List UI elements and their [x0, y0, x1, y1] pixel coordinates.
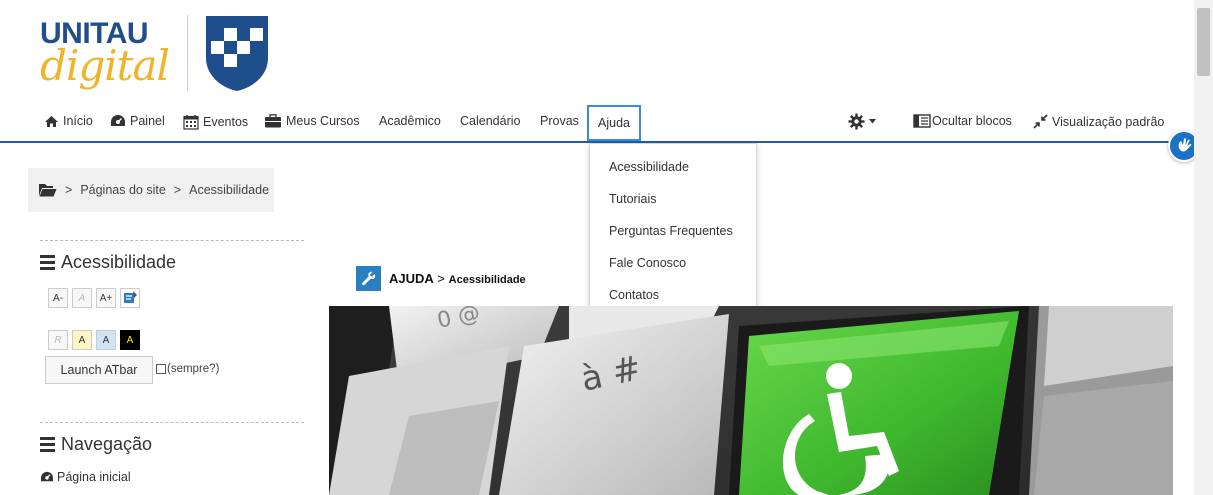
nav-ajuda-label: Ajuda	[598, 116, 630, 130]
sempre-checkbox-label[interactable]: (sempre?)	[156, 363, 219, 375]
text-to-speech-button[interactable]	[120, 288, 140, 308]
nav-visualizacao-padrao[interactable]: Visualização padrão	[1033, 114, 1164, 129]
launch-atbar-button[interactable]: Launch ATbar	[45, 356, 153, 384]
vertical-scrollbar[interactable]	[1194, 0, 1213, 495]
nav-meus-cursos-label: Meus Cursos	[286, 114, 360, 128]
high-contrast-button[interactable]: A	[120, 330, 140, 350]
pagina-inicial-link[interactable]: Página inicial	[40, 470, 131, 484]
nav-academico[interactable]: Acadêmico	[379, 114, 441, 128]
dropdown-item-acessibilidade[interactable]: Acessibilidade	[590, 154, 756, 186]
nav-painel-label: Painel	[130, 114, 165, 128]
logo-digital-text: digital	[40, 41, 170, 90]
content-heading: AJUDA > Acessibilidade	[356, 266, 526, 291]
nav-painel[interactable]: Painel	[110, 114, 165, 128]
dashboard-icon	[41, 471, 53, 482]
main-navbar: Início Painel Eventos Meus Cursos Acadêm…	[0, 105, 1194, 143]
blue-scheme-button[interactable]: A	[96, 330, 116, 350]
content-heading-text: AJUDA > Acessibilidade	[389, 271, 526, 286]
sempre-text: (sempre?)	[167, 363, 220, 375]
color-scheme-controls: R A A A	[48, 330, 140, 350]
hamburger-icon	[40, 255, 55, 270]
home-icon	[45, 115, 58, 127]
breadcrumb-paginas-do-site[interactable]: Páginas do site	[80, 183, 165, 197]
heading-ajuda: AJUDA	[389, 271, 434, 286]
nav-academico-label: Acadêmico	[379, 114, 441, 128]
dropdown-item-fale-conosco[interactable]: Fale Conosco	[590, 250, 756, 282]
folder-open-icon	[39, 184, 57, 197]
nav-meus-cursos[interactable]: Meus Cursos	[264, 114, 360, 128]
logo-divider	[187, 15, 188, 91]
nav-inicio-label: Início	[63, 114, 93, 128]
settings-menu[interactable]	[848, 113, 876, 130]
compress-icon	[1033, 114, 1048, 129]
nav-eventos[interactable]: Eventos	[183, 114, 248, 130]
heading-separator: >	[437, 271, 446, 286]
heading-acessibilidade: Acessibilidade	[448, 274, 526, 286]
nav-inicio[interactable]: Início	[44, 114, 93, 128]
reset-font-button[interactable]: A	[72, 288, 92, 308]
pagina-inicial-text: Página inicial	[57, 470, 131, 484]
nav-ajuda[interactable]: Ajuda	[587, 105, 641, 141]
hide-blocks-icon	[913, 114, 931, 128]
speech-icon	[124, 291, 137, 303]
dropdown-item-tutoriais[interactable]: Tutoriais	[590, 186, 756, 218]
navegacao-block: Navegação	[40, 422, 304, 462]
scrollbar-thumb[interactable]	[1197, 8, 1210, 76]
logo[interactable]: UNITAU digital	[40, 12, 270, 94]
nav-provas[interactable]: Provas	[540, 114, 579, 128]
sempre-checkbox[interactable]	[156, 364, 166, 374]
briefcase-icon	[265, 114, 281, 128]
breadcrumb-acessibilidade[interactable]: Acessibilidade	[189, 183, 269, 197]
accessibility-keyboard-image: à # 0 @	[329, 306, 1173, 495]
gear-icon	[848, 113, 865, 130]
nav-calendario[interactable]: Calendário	[460, 114, 520, 128]
nav-eventos-label: Eventos	[203, 115, 249, 129]
navegacao-block-title[interactable]: Navegação	[40, 434, 304, 455]
nav-ocultar-blocos-label: Ocultar blocos	[932, 114, 1012, 128]
nav-ocultar-blocos[interactable]: Ocultar blocos	[913, 114, 1012, 128]
ajuda-dropdown-menu: Acessibilidade Tutoriais Perguntas Frequ…	[589, 143, 757, 315]
dashboard-icon	[111, 115, 125, 126]
calendar-icon	[183, 115, 199, 130]
decrease-font-button[interactable]: A-	[48, 288, 68, 308]
font-size-controls: A- A A+	[48, 288, 140, 308]
nav-provas-label: Provas	[540, 114, 579, 128]
sign-language-hand-icon	[1178, 138, 1192, 152]
logo-wordmark: UNITAU digital	[40, 19, 170, 90]
acessibilidade-block-title[interactable]: Acessibilidade	[40, 252, 304, 273]
acessibilidade-title-text: Acessibilidade	[61, 252, 177, 272]
nav-calendario-label: Calendário	[460, 114, 521, 128]
caret-down-icon	[869, 119, 876, 124]
navegacao-title-text: Navegação	[61, 434, 153, 454]
breadcrumb-separator: >	[65, 183, 73, 197]
yellow-scheme-button[interactable]: A	[72, 330, 92, 350]
increase-font-button[interactable]: A+	[96, 288, 116, 308]
breadcrumb: > Páginas do site > Acessibilidade	[28, 168, 274, 212]
shield-logo-icon	[206, 16, 268, 91]
breadcrumb-separator: >	[173, 183, 182, 197]
dropdown-item-perguntas-frequentes[interactable]: Perguntas Frequentes	[590, 218, 756, 250]
keyboard-illustration: à # 0 @	[329, 306, 1173, 495]
nav-visualizacao-label: Visualização padrão	[1052, 114, 1165, 129]
reset-color-button[interactable]: R	[48, 330, 68, 350]
hamburger-icon	[40, 437, 55, 452]
wrench-icon	[356, 266, 381, 291]
